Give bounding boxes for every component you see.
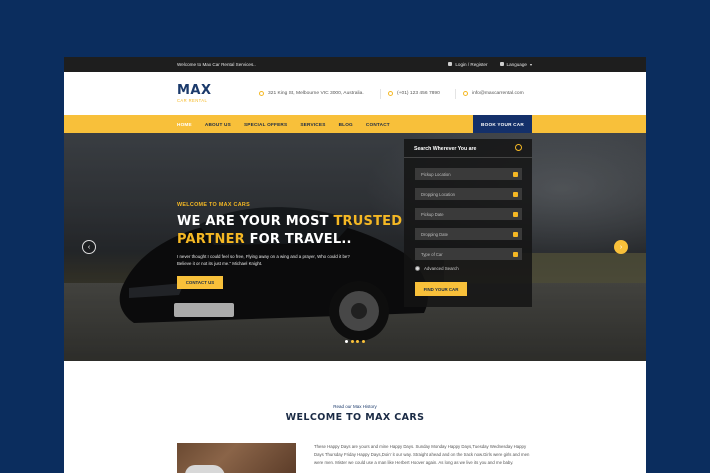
hero-heading-highlight2: PARTNER bbox=[177, 232, 245, 247]
email-icon bbox=[463, 91, 468, 96]
email-info[interactable]: info@maxcarrental.com bbox=[463, 91, 524, 96]
address-text: 321 King St, Melbourne VIC 3000, Austral… bbox=[268, 91, 364, 96]
calendar-icon bbox=[513, 231, 518, 237]
hero-heading-part2: FOR TRAVEL.. bbox=[244, 232, 352, 247]
login-register-link[interactable]: Login / Register bbox=[448, 61, 488, 67]
hero-heading: WE ARE YOUR MOST TRUSTED PARTNER FOR TRA… bbox=[177, 213, 402, 249]
about-subtitle: Read our Max History bbox=[333, 404, 377, 409]
hero-heading-part1: WE ARE YOUR MOST bbox=[177, 214, 334, 229]
pickup-date-input[interactable]: Pickup Date bbox=[415, 208, 522, 220]
email-text: info@maxcarrental.com bbox=[472, 91, 524, 96]
nav-item-services[interactable]: SERVICES bbox=[300, 122, 325, 127]
type-of-car-select[interactable]: Type of Car bbox=[415, 248, 522, 260]
car-image-detail bbox=[185, 465, 225, 473]
contact-us-button[interactable]: CONTACT US bbox=[177, 276, 223, 289]
slider-dot[interactable] bbox=[356, 340, 359, 343]
phone-icon bbox=[388, 91, 393, 96]
advanced-search-label: Advanced Search bbox=[424, 266, 459, 271]
slider-dot[interactable] bbox=[361, 340, 365, 343]
chevron-right-icon[interactable]: › bbox=[614, 240, 628, 254]
hero-heading-highlight1: TRUSTED bbox=[333, 214, 403, 229]
language-label: Language bbox=[506, 61, 527, 67]
steering-icon bbox=[515, 144, 522, 151]
search-panel: Search Wherever You are Pickup Location … bbox=[404, 139, 532, 307]
find-your-car-button[interactable]: FIND YOUR CAR bbox=[415, 282, 467, 296]
top-bar: Welcome to Max Car Rental Services.. Log… bbox=[64, 57, 646, 72]
dropping-date-input[interactable]: Dropping Date bbox=[415, 228, 522, 240]
address-info: 321 King St, Melbourne VIC 3000, Austral… bbox=[259, 91, 364, 96]
welcome-text: Welcome to Max Car Rental Services.. bbox=[177, 62, 256, 67]
hero-quote: I never thought I could feel so free, Fl… bbox=[177, 254, 350, 266]
advanced-search-toggle[interactable]: Advanced Search bbox=[415, 266, 459, 271]
type-of-car-placeholder: Type of Car bbox=[421, 251, 443, 257]
user-icon bbox=[448, 62, 453, 66]
language-dropdown[interactable]: Language ▾ bbox=[499, 61, 532, 67]
radio-button[interactable] bbox=[415, 266, 420, 271]
location-icon bbox=[259, 91, 264, 96]
about-title: WELCOME TO MAX CARS bbox=[285, 412, 425, 423]
pickup-location-input[interactable]: Pickup Location bbox=[415, 168, 522, 180]
slider-dot[interactable] bbox=[350, 340, 354, 343]
divider bbox=[380, 89, 381, 99]
main-nav: HOME ABOUT US SPECIAL OFFERS SERVICES BL… bbox=[64, 115, 646, 133]
pin-icon bbox=[513, 171, 518, 177]
logo-brand: MAX bbox=[177, 83, 212, 98]
hero-content: WELCOME TO MAX CARS WE ARE YOUR MOST TRU… bbox=[177, 202, 402, 289]
pickup-date-placeholder: Pickup Date bbox=[421, 211, 444, 217]
chevron-left-icon[interactable]: ‹ bbox=[82, 240, 96, 254]
slider-dot[interactable] bbox=[345, 340, 348, 343]
dropping-location-placeholder: Dropping Location bbox=[421, 191, 455, 197]
header: MAX CAR RENTAL 321 King St, Melbourne VI… bbox=[64, 72, 646, 115]
login-label: Login / Register bbox=[455, 61, 488, 67]
logo[interactable]: MAX CAR RENTAL bbox=[177, 84, 212, 103]
book-your-car-button[interactable]: BOOK YOUR CAR bbox=[473, 115, 532, 133]
pin-icon bbox=[513, 191, 518, 197]
slider-dots bbox=[345, 340, 365, 343]
divider bbox=[455, 89, 456, 99]
dropping-date-placeholder: Dropping Date bbox=[421, 231, 449, 237]
logo-tagline: CAR RENTAL bbox=[177, 98, 208, 103]
calendar-icon bbox=[513, 211, 518, 217]
divider bbox=[404, 157, 532, 158]
nav-item-blog[interactable]: BLOG bbox=[339, 122, 353, 127]
search-title: Search Wherever You are bbox=[414, 146, 477, 152]
about-paragraph: These Happy Days are yours and mine Happ… bbox=[314, 444, 530, 465]
globe-icon bbox=[499, 62, 504, 66]
website-frame: Welcome to Max Car Rental Services.. Log… bbox=[64, 57, 646, 473]
about-section: Read our Max History WELCOME TO MAX CARS… bbox=[64, 361, 646, 473]
about-image bbox=[177, 443, 296, 473]
caret-down-icon: ▾ bbox=[529, 61, 532, 67]
dropping-location-input[interactable]: Dropping Location bbox=[415, 188, 522, 200]
pickup-location-placeholder: Pickup Location bbox=[421, 171, 451, 177]
car-icon bbox=[513, 251, 518, 257]
nav-item-home[interactable]: HOME bbox=[177, 122, 192, 127]
hero-slider: WELCOME TO MAX CARS WE ARE YOUR MOST TRU… bbox=[64, 133, 646, 361]
nav-item-contact[interactable]: CONTACT bbox=[366, 122, 390, 127]
hero-kicker: WELCOME TO MAX CARS bbox=[177, 202, 250, 208]
nav-item-about[interactable]: ABOUT US bbox=[205, 122, 231, 127]
nav-item-special-offers[interactable]: SPECIAL OFFERS bbox=[244, 122, 287, 127]
phone-text: (+01) 123 456 7890 bbox=[397, 91, 440, 96]
phone-info: (+01) 123 456 7890 bbox=[388, 91, 440, 96]
